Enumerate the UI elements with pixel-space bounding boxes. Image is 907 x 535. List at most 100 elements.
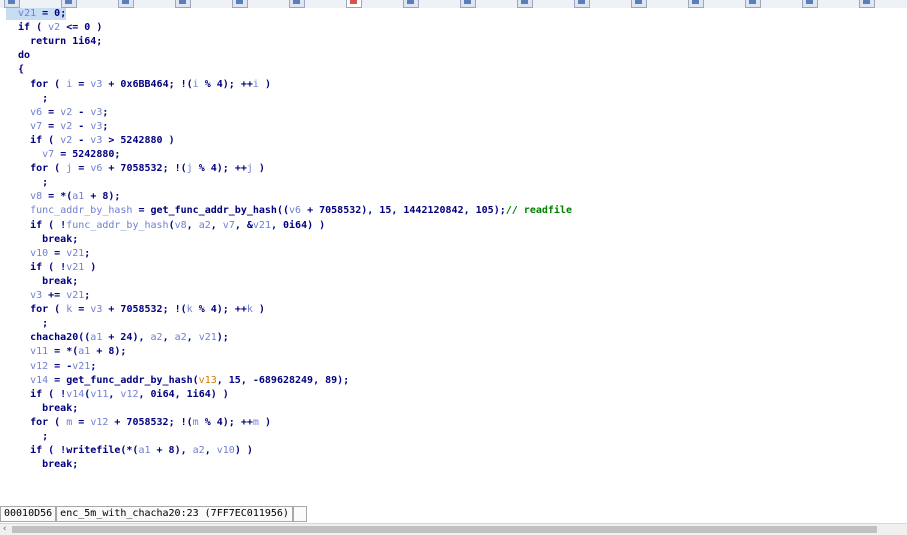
code-variable[interactable]: v14 [66,389,84,400]
code-line[interactable]: v12 = -v21; [6,361,96,373]
code-variable[interactable]: a1 [78,346,90,357]
code-variable[interactable]: v11 [90,389,108,400]
code-variable[interactable]: v7 [30,121,42,132]
code-line[interactable]: if ( v2 <= 0 ) [6,22,102,34]
code-line[interactable]: ; [6,318,48,330]
code-line[interactable]: v7 = 5242880; [6,149,120,161]
code-variable[interactable]: v6 [289,205,301,216]
code-line[interactable]: v6 = v2 - v3; [6,107,108,119]
tab-0[interactable] [4,0,20,8]
scrollbar-thumb[interactable] [12,526,877,533]
tab-9[interactable] [517,0,533,8]
code-variable[interactable]: v21 [72,361,90,372]
code-variable[interactable]: v3 [90,304,102,315]
code-variable[interactable]: a2 [193,445,205,456]
code-variable[interactable]: v2 [60,121,72,132]
code-line[interactable]: func_addr_by_hash = get_func_addr_by_has… [6,205,572,217]
tab-14[interactable] [802,0,818,8]
tab-11[interactable] [631,0,647,8]
code-variable[interactable]: v21 [66,262,84,273]
code-variable[interactable]: func_addr_by_hash [66,220,168,231]
code-line[interactable]: for ( i = v3 + 0x6BB464; !(i % 4); ++i ) [6,79,271,91]
tab-13[interactable] [745,0,761,8]
code-variable[interactable]: v21 [66,248,84,259]
code-line[interactable]: v14 = get_func_addr_by_hash(v13, 15, -68… [6,375,349,387]
code-variable[interactable]: v12 [120,389,138,400]
code-token: if ( ! [6,219,67,231]
tab-5[interactable] [289,0,305,8]
code-variable[interactable]: v10 [217,445,235,456]
code-variable[interactable]: a1 [90,332,102,343]
code-line[interactable]: v11 = *(a1 + 8); [6,346,126,358]
code-line[interactable]: ; [6,431,48,443]
code-variable[interactable]: v6 [30,107,42,118]
code-variable[interactable]: v2 [60,135,72,146]
code-line[interactable]: v8 = *(a1 + 8); [6,191,120,203]
code-line[interactable]: chacha20((a1 + 24), a2, a2, v21); [6,332,229,344]
tab-2[interactable] [118,0,134,8]
tab-12[interactable] [688,0,704,8]
code-line[interactable]: if ( !writefile(*(a1 + 8), a2, v10) ) [6,445,253,457]
tab-3[interactable] [175,0,191,8]
code-line[interactable]: v3 += v21; [6,290,90,302]
code-variable[interactable]: v3 [30,290,42,301]
code-line[interactable]: ; [6,177,48,189]
code-variable[interactable]: v12 [30,361,48,372]
code-variable[interactable]: v21 [18,8,36,19]
code-line[interactable]: { [6,64,24,76]
code-variable[interactable]: v2 [60,107,72,118]
code-variable[interactable]: v7 [42,149,54,160]
code-variable[interactable]: v21 [66,290,84,301]
code-line[interactable]: break; [6,276,78,288]
code-line[interactable]: if ( v2 - v3 > 5242880 ) [6,135,175,147]
horizontal-scrollbar[interactable]: ‹ [0,523,907,535]
code-line[interactable]: v21 = 0; [6,8,67,20]
code-variable[interactable]: v8 [30,191,42,202]
view-icon [692,0,699,4]
code-line[interactable]: v10 = v21; [6,248,90,260]
tab-6[interactable] [346,0,362,8]
code-variable[interactable]: v3 [90,135,102,146]
tab-10[interactable] [574,0,590,8]
code-variable[interactable]: v21 [199,332,217,343]
code-line[interactable]: v7 = v2 - v3; [6,121,108,133]
code-variable[interactable]: func_addr_by_hash [30,205,132,216]
code-variable[interactable]: v14 [30,375,48,386]
code-variable[interactable]: a2 [151,332,163,343]
tab-15[interactable] [859,0,875,8]
scroll-left-arrow-icon[interactable]: ‹ [2,524,7,535]
code-variable[interactable]: v7 [223,220,235,231]
code-line[interactable]: if ( !v14(v11, v12, 0i64, 1i64) ) [6,389,229,401]
code-line[interactable]: for ( j = v6 + 7058532; !(j % 4); ++j ) [6,163,265,175]
tab-7[interactable] [403,0,419,8]
code-variable[interactable]: v11 [30,346,48,357]
code-variable[interactable]: v3 [90,79,102,90]
code-line[interactable]: do [6,50,30,62]
pseudocode-view[interactable]: v21 = 0; if ( v2 <= 0 ) return 1i64; do … [0,8,907,500]
code-variable[interactable]: a2 [199,220,211,231]
code-line[interactable]: for ( k = v3 + 7058532; !(k % 4); ++k ) [6,304,265,316]
code-variable[interactable]: v21 [253,220,271,231]
code-variable[interactable]: v6 [90,163,102,174]
code-variable[interactable]: v10 [30,248,48,259]
tab-8[interactable] [460,0,476,8]
code-undefined-variable[interactable]: v13 [199,375,217,386]
code-line[interactable]: for ( m = v12 + 7058532; !(m % 4); ++m ) [6,417,271,429]
code-line[interactable]: return 1i64; [6,36,102,48]
code-variable[interactable]: v3 [90,107,102,118]
code-line[interactable]: if ( !v21 ) [6,262,96,274]
code-line[interactable]: break; [6,459,78,471]
code-variable[interactable]: v12 [90,417,108,428]
code-variable[interactable]: a2 [175,332,187,343]
code-variable[interactable]: v2 [48,22,60,33]
code-variable[interactable]: v8 [175,220,187,231]
code-variable[interactable]: v3 [90,121,102,132]
tab-4[interactable] [232,0,248,8]
code-line[interactable]: break; [6,234,78,246]
code-line[interactable]: ; [6,93,48,105]
code-line[interactable]: if ( !func_addr_by_hash(v8, a2, v7, &v21… [6,220,325,232]
code-line[interactable]: break; [6,403,78,415]
tab-1[interactable] [61,0,77,8]
code-variable[interactable]: a1 [138,445,150,456]
code-variable[interactable]: a1 [72,191,84,202]
